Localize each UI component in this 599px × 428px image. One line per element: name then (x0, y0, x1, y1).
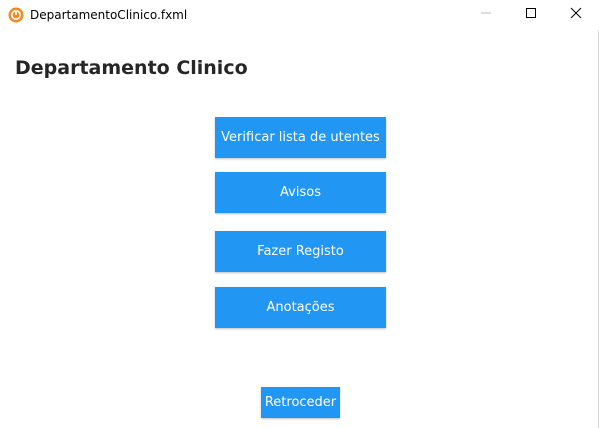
verify-patient-list-button[interactable]: Verificar lista de utentes (215, 117, 386, 158)
maximize-button[interactable] (508, 0, 554, 30)
window-title: DepartamentoClinico.fxml (30, 8, 188, 22)
minimize-button[interactable] (463, 0, 509, 30)
app-window: DepartamentoClinico.fxml Departamento Cl… (0, 0, 599, 428)
notes-button[interactable]: Anotações (215, 287, 386, 328)
close-icon (570, 6, 582, 24)
close-button[interactable] (553, 0, 599, 30)
make-record-button[interactable]: Fazer Registo (215, 231, 386, 272)
title-bar[interactable]: DepartamentoClinico.fxml (0, 0, 599, 30)
java-app-icon (8, 7, 24, 23)
page-title: Departamento Clinico (15, 57, 248, 79)
minimize-icon (480, 6, 492, 24)
back-button[interactable]: Retroceder (261, 387, 340, 418)
notices-button[interactable]: Avisos (215, 172, 386, 213)
maximize-icon (525, 6, 537, 24)
